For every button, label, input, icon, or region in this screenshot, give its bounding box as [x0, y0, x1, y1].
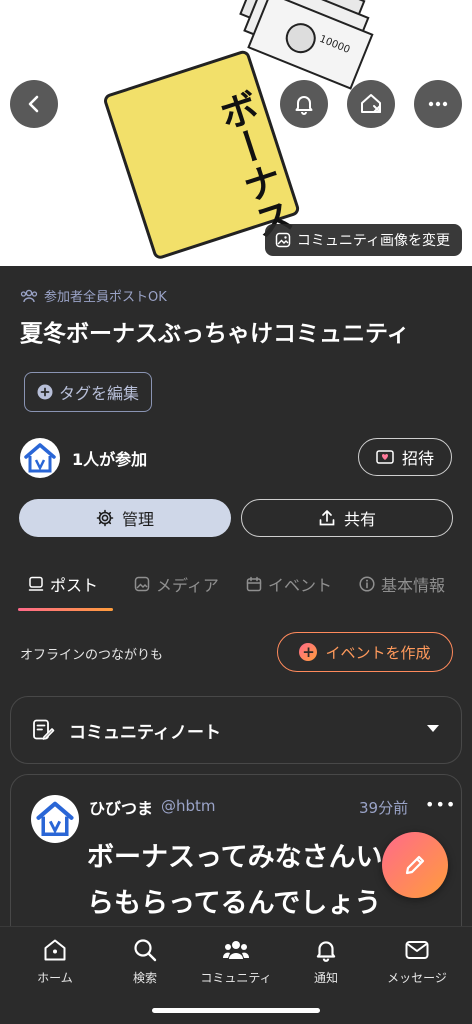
- share-button[interactable]: 共有: [241, 499, 453, 537]
- tab-posts[interactable]: ポスト: [28, 572, 98, 596]
- members-icon: [20, 289, 38, 302]
- share-icon: [319, 510, 335, 526]
- post-author-handle: @hbtm: [161, 797, 216, 815]
- nav-search-label: 検索: [132, 971, 157, 985]
- house-avatar-icon: [36, 801, 74, 837]
- edit-tags-button[interactable]: タグを編集: [24, 372, 153, 412]
- more-options-button[interactable]: [414, 80, 462, 128]
- offline-connection-text: オフラインのつながりも: [20, 648, 164, 663]
- invite-letter-icon: [376, 450, 394, 464]
- tab-info[interactable]: 基本情報: [359, 572, 445, 596]
- change-community-image-button[interactable]: コミュニティ画像を変更: [264, 224, 462, 256]
- search-icon: [134, 939, 157, 962]
- nav-home[interactable]: ホーム: [8, 937, 102, 986]
- create-event-button[interactable]: + イベントを作成: [277, 632, 453, 672]
- community-note-label: コミュニティノート: [69, 722, 221, 743]
- mail-icon: [405, 941, 429, 959]
- nav-notifications-label: 通知: [313, 971, 338, 985]
- nav-home-label: ホーム: [37, 971, 73, 985]
- active-tab-indicator: [18, 608, 113, 611]
- manage-label: 管理: [121, 510, 154, 529]
- edit-tags-label: タグを編集: [59, 384, 140, 403]
- compose-post-button[interactable]: [382, 832, 448, 898]
- tab-media[interactable]: メディア: [134, 572, 219, 596]
- more-icon: [428, 101, 448, 107]
- nav-search[interactable]: 検索: [98, 937, 192, 986]
- post-author-name[interactable]: ひびつま: [89, 795, 153, 819]
- create-event-label: イベントを作成: [325, 643, 431, 662]
- change-image-label: コミュニティ画像を変更: [296, 233, 450, 249]
- tab-events[interactable]: イベント: [246, 572, 332, 596]
- bell-icon: [316, 941, 336, 962]
- manage-button[interactable]: 管理: [19, 499, 231, 537]
- nav-messages-label: メッセージ: [387, 971, 447, 985]
- share-label: 共有: [343, 510, 376, 529]
- leave-home-icon: [361, 94, 381, 113]
- home-icon: [44, 939, 66, 961]
- post-timestamp: 39分前: [359, 799, 409, 817]
- tab-media-label: メディア: [156, 576, 219, 595]
- post-author-avatar[interactable]: [31, 795, 79, 843]
- leave-community-button[interactable]: [347, 80, 395, 128]
- members-label: 1人が参加: [72, 450, 148, 469]
- calendar-icon: [246, 576, 262, 592]
- invite-label: 招待: [401, 449, 434, 468]
- image-icon: [275, 232, 291, 248]
- nav-messages[interactable]: メッセージ: [370, 937, 464, 986]
- nav-community[interactable]: コミュニティ: [189, 937, 283, 986]
- house-avatar-icon: [24, 443, 56, 473]
- plus-circle-icon: [37, 384, 53, 400]
- community-icon: [222, 941, 250, 959]
- home-indicator[interactable]: [152, 1008, 320, 1013]
- tab-posts-label: ポスト: [50, 576, 99, 595]
- community-tabs: ポスト メディア イベント 基本情報: [0, 566, 472, 614]
- notification-settings-button[interactable]: [280, 80, 328, 128]
- members-summary[interactable]: 1人が参加: [20, 438, 147, 478]
- invite-button[interactable]: 招待: [358, 438, 452, 476]
- community-content: 参加者全員ポストOK 夏冬ボーナスぶっちゃけコミュニティ タグを編集 1人が参加…: [0, 266, 472, 926]
- community-note-card[interactable]: コミュニティノート: [10, 696, 462, 764]
- info-icon: [359, 576, 375, 592]
- post-icon: [28, 576, 44, 591]
- back-icon: [28, 95, 39, 113]
- community-header-image: 10000 ボーナス コミュニティ画像を変更: [0, 0, 472, 266]
- post-permission-info: 参加者全員ポストOK: [20, 286, 167, 305]
- permission-label: 参加者全員ポストOK: [44, 290, 167, 305]
- media-icon: [134, 576, 150, 592]
- community-title: 夏冬ボーナスぶっちゃけコミュニティ: [20, 321, 410, 347]
- note-edit-icon: [33, 719, 55, 740]
- bell-icon: [295, 96, 313, 115]
- nav-notifications[interactable]: 通知: [279, 937, 373, 986]
- member-avatar: [20, 438, 60, 478]
- chevron-down-icon: [427, 725, 439, 732]
- tab-events-label: イベント: [268, 576, 333, 595]
- tab-info-label: 基本情報: [381, 576, 446, 595]
- post-more-button[interactable]: •••: [425, 795, 456, 814]
- plus-icon: +: [299, 643, 318, 661]
- pencil-icon: [405, 855, 425, 875]
- gear-icon: [96, 509, 114, 527]
- nav-community-label: コミュニティ: [200, 971, 272, 985]
- back-button[interactable]: [10, 80, 58, 128]
